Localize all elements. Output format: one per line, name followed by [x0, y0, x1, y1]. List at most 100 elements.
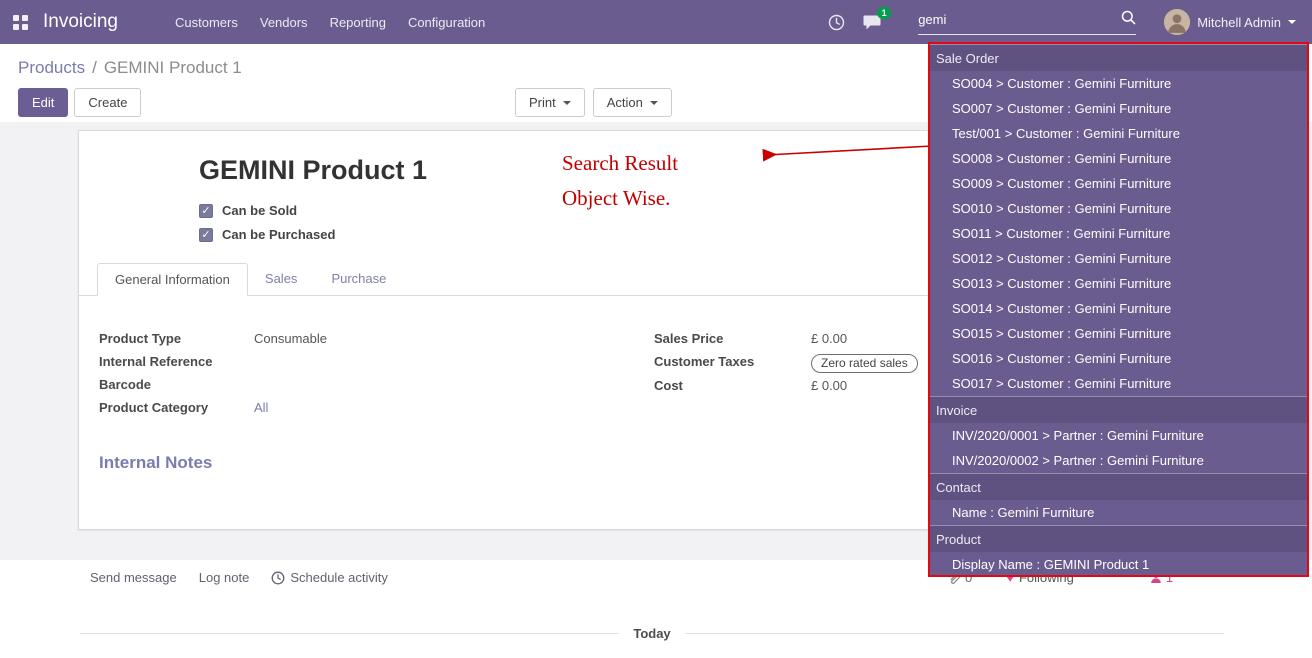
search-result-item[interactable]: SO012 > Customer : Gemini Furniture	[930, 246, 1307, 271]
create-button[interactable]: Create	[74, 88, 141, 117]
annotation-line1: Search Result	[562, 146, 678, 181]
field-label: Sales Price	[654, 331, 811, 346]
search-result-items: Name : Gemini Furniture	[930, 500, 1307, 525]
search-result-item[interactable]: SO016 > Customer : Gemini Furniture	[930, 346, 1307, 371]
search-result-item[interactable]: SO017 > Customer : Gemini Furniture	[930, 371, 1307, 396]
divider-line	[685, 633, 1224, 634]
schedule-activity-button[interactable]: Schedule activity	[271, 570, 388, 585]
search-result-section: Sale Order SO004 > Customer : Gemini Fur…	[930, 44, 1307, 396]
search-result-section: Contact Name : Gemini Furniture	[930, 473, 1307, 525]
divider-line	[80, 633, 619, 634]
field-label: Customer Taxes	[654, 354, 811, 369]
search-result-section-header: Product	[930, 525, 1307, 552]
print-menu-button[interactable]: Print	[515, 88, 585, 117]
field-label: Product Category	[99, 400, 254, 415]
search-result-item[interactable]: SO013 > Customer : Gemini Furniture	[930, 271, 1307, 296]
breadcrumb-products-link[interactable]: Products	[18, 58, 85, 77]
search-result-item[interactable]: Name : Gemini Furniture	[930, 500, 1307, 525]
can-be-sold-row: ✓ Can be Sold	[199, 203, 335, 218]
search-result-item[interactable]: SO004 > Customer : Gemini Furniture	[930, 71, 1307, 96]
tab-purchase[interactable]: Purchase	[314, 263, 403, 296]
user-menu[interactable]: Mitchell Admin	[1164, 9, 1296, 35]
chevron-down-icon	[563, 101, 571, 105]
search-result-section-header: Invoice	[930, 396, 1307, 423]
customer-tax-tag[interactable]: Zero rated sales	[811, 354, 918, 373]
action-menu-button[interactable]: Action	[593, 88, 672, 117]
field-label: Barcode	[99, 377, 254, 392]
search-result-item[interactable]: Display Name : GEMINI Product 1	[930, 552, 1307, 576]
search-result-item[interactable]: SO010 > Customer : Gemini Furniture	[930, 196, 1307, 221]
internal-notes-heading: Internal Notes	[99, 453, 212, 473]
can-be-sold-label: Can be Sold	[222, 203, 297, 218]
search-result-item[interactable]: SO014 > Customer : Gemini Furniture	[930, 296, 1307, 321]
clock-icon	[271, 571, 285, 585]
can-be-purchased-label: Can be Purchased	[222, 227, 335, 242]
global-search	[918, 10, 1136, 35]
fields-left-column: Product Type Consumable Internal Referen…	[99, 331, 654, 423]
search-result-section-header: Contact	[930, 473, 1307, 500]
field-label: Internal Reference	[99, 354, 254, 369]
field-label: Cost	[654, 378, 811, 393]
field-label: Product Type	[99, 331, 254, 346]
date-divider-label: Today	[633, 626, 670, 641]
tab-sales[interactable]: Sales	[248, 263, 315, 296]
send-message-button[interactable]: Send message	[90, 570, 177, 585]
search-result-item[interactable]: Test/001 > Customer : Gemini Furniture	[930, 121, 1307, 146]
print-menu-label: Print	[529, 95, 556, 110]
form-buttons: Edit Create	[18, 88, 141, 117]
date-divider: Today	[80, 626, 1224, 641]
search-result-items: INV/2020/0001 > Partner : Gemini Furnitu…	[930, 423, 1307, 473]
chevron-down-icon	[650, 101, 658, 105]
can-be-purchased-checkbox[interactable]: ✓	[199, 228, 213, 242]
apps-menu-icon[interactable]	[13, 15, 28, 30]
global-search-results-dropdown: Sale Order SO004 > Customer : Gemini Fur…	[930, 44, 1307, 576]
search-icon[interactable]	[1121, 10, 1136, 30]
top-navbar: Invoicing Customers Vendors Reporting Co…	[0, 0, 1312, 44]
action-menu-label: Action	[607, 95, 643, 110]
activities-clock-icon[interactable]	[828, 14, 845, 31]
breadcrumb-current: GEMINI Product 1	[104, 58, 242, 77]
annotation-line2: Object Wise.	[562, 181, 678, 216]
messages-count-badge: 1	[877, 7, 891, 19]
menu-reporting[interactable]: Reporting	[319, 2, 397, 43]
chatter-actions: Send message Log note Schedule activity	[90, 570, 388, 585]
action-menus: Print Action	[515, 88, 672, 117]
product-category-link[interactable]: All	[254, 400, 268, 415]
field-internal-reference: Internal Reference	[99, 354, 654, 372]
search-result-item[interactable]: SO007 > Customer : Gemini Furniture	[930, 96, 1307, 121]
search-result-item[interactable]: SO011 > Customer : Gemini Furniture	[930, 221, 1307, 246]
search-result-items: SO004 > Customer : Gemini Furniture SO00…	[930, 71, 1307, 396]
search-result-item[interactable]: SO015 > Customer : Gemini Furniture	[930, 321, 1307, 346]
search-result-section: Invoice INV/2020/0001 > Partner : Gemini…	[930, 396, 1307, 473]
field-product-type: Product Type Consumable	[99, 331, 654, 349]
main-menu: Customers Vendors Reporting Configuratio…	[164, 2, 496, 43]
avatar	[1164, 9, 1190, 35]
product-flags: ✓ Can be Sold ✓ Can be Purchased	[199, 203, 335, 251]
search-result-item[interactable]: SO009 > Customer : Gemini Furniture	[930, 171, 1307, 196]
menu-configuration[interactable]: Configuration	[397, 2, 496, 43]
field-value: Consumable	[254, 331, 327, 346]
chevron-down-icon	[1288, 20, 1296, 24]
schedule-activity-label: Schedule activity	[290, 570, 388, 585]
search-result-section: Product Display Name : GEMINI Product 1	[930, 525, 1307, 576]
field-barcode: Barcode	[99, 377, 654, 395]
search-result-items: Display Name : GEMINI Product 1	[930, 552, 1307, 576]
log-note-button[interactable]: Log note	[199, 570, 250, 585]
global-search-input[interactable]	[918, 12, 1121, 27]
search-result-item[interactable]: INV/2020/0002 > Partner : Gemini Furnitu…	[930, 448, 1307, 473]
menu-vendors[interactable]: Vendors	[249, 2, 319, 43]
product-title: GEMINI Product 1	[199, 155, 427, 186]
field-product-category: Product Category All	[99, 400, 654, 418]
field-value: £ 0.00	[811, 331, 847, 346]
edit-button[interactable]: Edit	[18, 88, 68, 117]
can-be-sold-checkbox[interactable]: ✓	[199, 204, 213, 218]
menu-customers[interactable]: Customers	[164, 2, 249, 43]
annotation-text: Search Result Object Wise.	[562, 146, 678, 215]
search-result-item[interactable]: INV/2020/0001 > Partner : Gemini Furnitu…	[930, 423, 1307, 448]
tab-general-information[interactable]: General Information	[97, 263, 248, 296]
search-result-item[interactable]: SO008 > Customer : Gemini Furniture	[930, 146, 1307, 171]
field-value: £ 0.00	[811, 378, 847, 393]
can-be-purchased-row: ✓ Can be Purchased	[199, 227, 335, 242]
app-name[interactable]: Invoicing	[43, 11, 118, 33]
messages-icon[interactable]: 1	[863, 14, 882, 31]
